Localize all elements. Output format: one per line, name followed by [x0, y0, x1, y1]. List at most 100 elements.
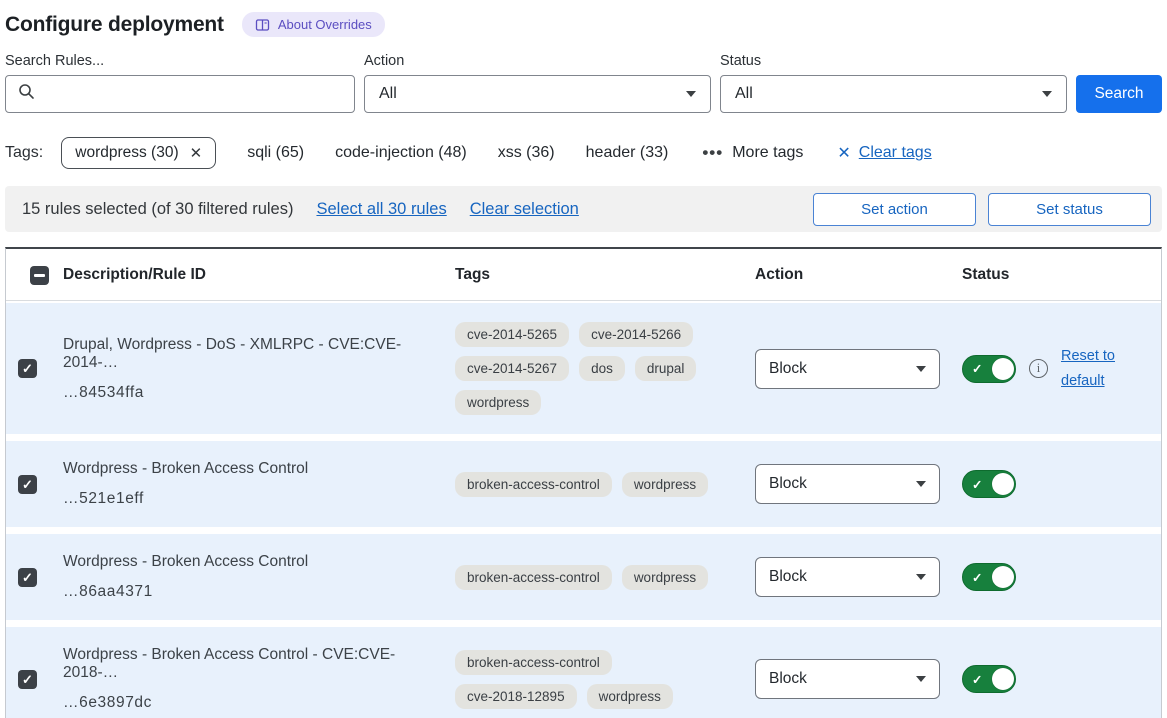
tag-pill: cve-2018-12895: [455, 684, 577, 709]
action-filter-field: Action All: [364, 53, 711, 113]
remove-tag-icon[interactable]: ✕: [190, 144, 203, 162]
check-icon: ✓: [972, 477, 982, 492]
rule-tags: broken-access-control cve-2018-12895 wordp…: [455, 650, 755, 709]
status-filter-select[interactable]: All: [720, 75, 1067, 113]
selection-summary: 15 rules selected (of 30 filtered rules): [22, 200, 293, 219]
tags-label: Tags:: [5, 144, 43, 162]
tag-pill: wordpress: [587, 684, 673, 709]
column-header-action: Action: [755, 266, 962, 284]
tag-option-xss[interactable]: xss (36): [498, 144, 555, 162]
action-select-value: Block: [769, 670, 807, 688]
tag-option-code-injection[interactable]: code-injection (48): [335, 144, 467, 162]
chevron-down-icon: [916, 676, 926, 682]
tag-pill: broken-access-control: [455, 650, 612, 675]
clear-tags-label: Clear tags: [859, 144, 932, 162]
action-select[interactable]: Block: [755, 464, 940, 504]
select-all-checkbox[interactable]: [30, 266, 49, 285]
table-row: ✓ Wordpress - Broken Access Control …521…: [6, 441, 1161, 527]
check-icon: ✓: [22, 571, 33, 584]
row-checkbox[interactable]: ✓: [18, 475, 37, 494]
action-select-value: Block: [769, 568, 807, 586]
action-filter-label: Action: [364, 53, 711, 69]
status-toggle[interactable]: ✓: [962, 665, 1016, 693]
reset-to-default-link[interactable]: Reset to default: [1061, 344, 1125, 393]
toggle-knob: [992, 566, 1014, 588]
ellipsis-icon: •••: [702, 143, 723, 163]
tags-bar: Tags: wordpress (30) ✕ sqli (65) code-in…: [5, 137, 1162, 169]
check-icon: ✓: [972, 361, 982, 376]
status-filter-value: All: [735, 85, 753, 103]
page-title: Configure deployment: [5, 13, 224, 37]
rule-tags: broken-access-control wordpress: [455, 565, 755, 590]
rule-tags: broken-access-control wordpress: [455, 472, 755, 497]
toggle-knob: [992, 473, 1014, 495]
chevron-down-icon: [916, 366, 926, 372]
action-select[interactable]: Block: [755, 557, 940, 597]
about-overrides-label: About Overrides: [278, 17, 372, 32]
action-select[interactable]: Block: [755, 349, 940, 389]
status-toggle[interactable]: ✓: [962, 470, 1016, 498]
filters-row: Search Rules... Action All Status: [5, 53, 1162, 113]
search-rules-box: [5, 75, 355, 113]
selection-bar: 15 rules selected (of 30 filtered rules)…: [5, 186, 1162, 232]
action-select[interactable]: Block: [755, 659, 940, 699]
chevron-down-icon: [916, 574, 926, 580]
rule-description: Wordpress - Broken Access Control: [63, 553, 433, 571]
configure-deployment-page: Configure deployment About Overrides Sea…: [0, 0, 1167, 718]
tag-pill: broken-access-control: [455, 472, 612, 497]
tag-pill: cve-2014-5265: [455, 322, 569, 347]
check-icon: ✓: [22, 362, 33, 375]
rules-table: Description/Rule ID Tags Action Status ✓…: [5, 247, 1162, 718]
set-action-button[interactable]: Set action: [813, 193, 976, 226]
rule-description: Wordpress - Broken Access Control: [63, 460, 433, 478]
rule-description: Drupal, Wordpress - DoS - XMLRPC - CVE:C…: [63, 336, 433, 372]
more-tags-label: More tags: [732, 144, 803, 162]
rule-id: …521e1eff: [63, 490, 433, 508]
column-header-description: Description/Rule ID: [57, 266, 455, 284]
tag-pill: broken-access-control: [455, 565, 612, 590]
status-toggle[interactable]: ✓: [962, 355, 1016, 383]
search-rules-field: Search Rules...: [5, 53, 355, 113]
more-tags-button[interactable]: ••• More tags: [702, 143, 803, 163]
row-checkbox[interactable]: ✓: [18, 568, 37, 587]
table-row: ✓ Drupal, Wordpress - DoS - XMLRPC - CVE…: [6, 303, 1161, 434]
search-button[interactable]: Search: [1076, 75, 1162, 113]
selected-tag-label: wordpress (30): [75, 144, 178, 162]
table-header-row: Description/Rule ID Tags Action Status: [6, 249, 1161, 301]
about-overrides-badge[interactable]: About Overrides: [242, 12, 385, 37]
select-all-rules-link[interactable]: Select all 30 rules: [316, 200, 446, 219]
table-row: ✓ Wordpress - Broken Access Control - CV…: [6, 627, 1161, 718]
set-status-button[interactable]: Set status: [988, 193, 1151, 226]
tag-pill: cve-2014-5266: [579, 322, 693, 347]
tag-pill: cve-2014-5267: [455, 356, 569, 381]
book-icon: [255, 18, 270, 32]
selected-tag-wordpress[interactable]: wordpress (30) ✕: [61, 137, 216, 169]
action-filter-select[interactable]: All: [364, 75, 711, 113]
row-checkbox[interactable]: ✓: [18, 359, 37, 378]
clear-selection-link[interactable]: Clear selection: [470, 200, 579, 219]
status-filter-label: Status: [720, 53, 1067, 69]
tag-pill: wordpress: [622, 472, 708, 497]
action-select-value: Block: [769, 360, 807, 378]
search-rules-input[interactable]: [44, 76, 342, 112]
tag-pill: wordpress: [622, 565, 708, 590]
action-select-value: Block: [769, 475, 807, 493]
tag-option-header[interactable]: header (33): [586, 144, 669, 162]
info-icon[interactable]: i: [1029, 359, 1048, 378]
status-filter-field: Status All: [720, 53, 1067, 113]
column-header-tags: Tags: [455, 266, 755, 284]
indeterminate-icon: [34, 274, 45, 277]
toggle-knob: [992, 358, 1014, 380]
clear-tags-icon: ✕: [837, 143, 850, 163]
row-checkbox[interactable]: ✓: [18, 670, 37, 689]
rule-id: …86aa4371: [63, 583, 433, 601]
tag-option-sqli[interactable]: sqli (65): [247, 144, 304, 162]
table-body: ✓ Drupal, Wordpress - DoS - XMLRPC - CVE…: [6, 303, 1161, 718]
tag-pill: wordpress: [455, 390, 541, 415]
clear-tags-link[interactable]: ✕ Clear tags: [837, 143, 931, 163]
action-filter-value: All: [379, 85, 397, 103]
rule-tags: cve-2014-5265cve-2014-5266cve-2014-5267d…: [455, 322, 755, 415]
rule-id: …84534ffa: [63, 384, 433, 402]
chevron-down-icon: [686, 91, 696, 97]
status-toggle[interactable]: ✓: [962, 563, 1016, 591]
